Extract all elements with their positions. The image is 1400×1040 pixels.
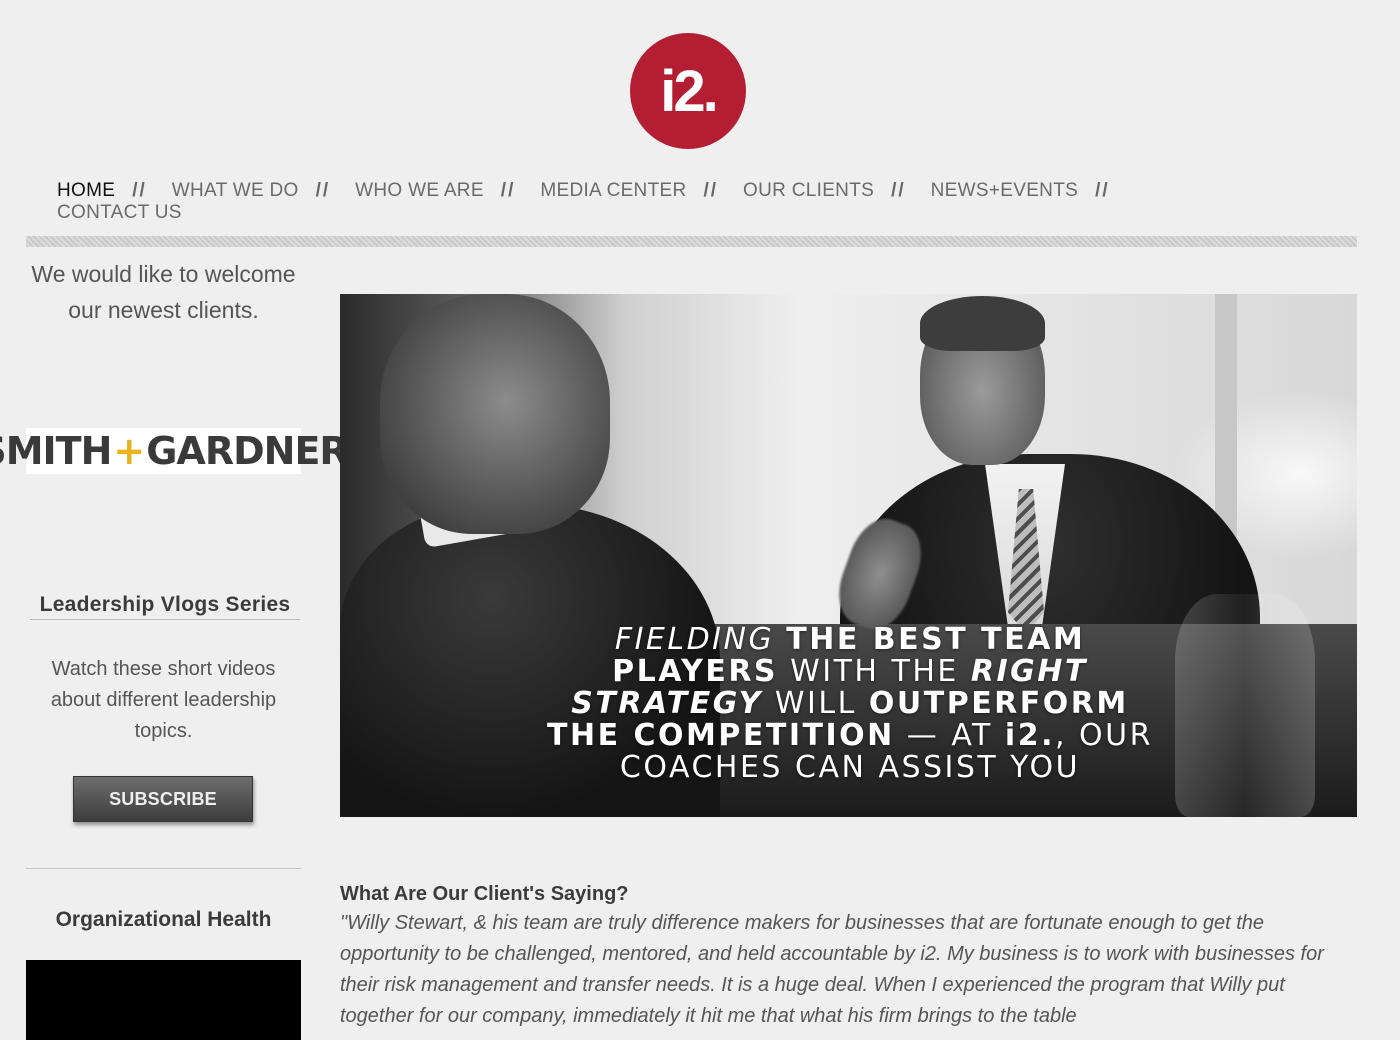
- caption-segment: PLAYERS: [612, 654, 779, 689]
- caption-segment: RIGHT: [970, 654, 1088, 689]
- client-logo-plus: +: [113, 429, 145, 473]
- nav-home[interactable]: HOME: [57, 180, 115, 201]
- nav-separator: //: [132, 180, 147, 201]
- hero-banner: FIELDING THE BEST TEAM PLAYERS WITH THE R…: [340, 294, 1357, 817]
- caption-segment: THE COMPETITION: [547, 718, 895, 753]
- caption-segment: COACHES CAN ASSIST YOU: [619, 750, 1081, 785]
- subscribe-button[interactable]: SUBSCRIBE: [73, 776, 253, 822]
- nav-media-center[interactable]: MEDIA CENTER: [540, 180, 686, 201]
- smith-gardner-logo[interactable]: SMITH+GARDNER: [0, 428, 349, 474]
- caption-segment: FIELDING: [614, 622, 787, 657]
- caption-segment: STRATEGY: [571, 686, 763, 721]
- nav-separator: //: [500, 180, 516, 201]
- org-health-title: Organizational Health: [55, 908, 272, 931]
- nav-separator: //: [1095, 180, 1110, 201]
- vlog-description: Watch these short videos about different…: [50, 658, 277, 742]
- hero-left-person-head: [380, 294, 610, 534]
- nav-separator: //: [703, 180, 719, 201]
- main-nav: HOME // WHAT WE DO // WHO WE ARE // MEDIA CENT…: [57, 180, 1257, 224]
- hero-man-hair: [920, 296, 1045, 351]
- nav-what-we-do[interactable]: WHAT WE DO: [172, 180, 299, 201]
- caption-segment: i2.: [1004, 718, 1055, 753]
- caption-line: COACHES CAN ASSIST YOU: [500, 752, 1200, 784]
- welcome-text: We would like to welcome our newest clie…: [31, 261, 296, 323]
- caption-line: PLAYERS WITH THE RIGHT: [500, 656, 1200, 688]
- caption-segment: THE BEST TEAM: [786, 622, 1086, 657]
- nav-separator: //: [891, 180, 906, 201]
- testimonial-section: What Are Our Client's Saying? "Willy Ste…: [340, 880, 1360, 1032]
- header-divider: [26, 236, 1357, 247]
- client-logo-left: SMITH: [0, 429, 112, 473]
- caption-segment: OUTPERFORM: [868, 686, 1129, 721]
- nav-separator: //: [315, 180, 331, 201]
- caption-line: FIELDING THE BEST TEAM: [500, 624, 1200, 656]
- sidebar: We would like to welcome our newest clie…: [0, 256, 349, 1040]
- testimonial-heading: What Are Our Client's Saying?: [340, 883, 629, 905]
- nav-who-we-are[interactable]: WHO WE ARE: [355, 180, 484, 201]
- hero-caption: FIELDING THE BEST TEAM PLAYERS WITH THE R…: [500, 624, 1200, 784]
- caption-segment: — AT: [894, 718, 1005, 753]
- caption-segment: WILL: [762, 686, 869, 721]
- caption-line: STRATEGY WILL OUTPERFORM: [500, 688, 1200, 720]
- client-logo-right: GARDNER: [146, 429, 348, 473]
- i2-logo[interactable]: i2.: [630, 33, 746, 149]
- testimonial-body: "Willy Stewart, & his team are truly dif…: [340, 912, 1324, 1027]
- nav-contact-us[interactable]: CONTACT US: [57, 202, 182, 223]
- caption-segment: , OUR: [1054, 718, 1153, 753]
- vlog-series-title: Leadership Vlogs Series: [30, 593, 300, 620]
- org-health-video[interactable]: [26, 960, 301, 1040]
- sidebar-divider: [26, 868, 301, 869]
- nav-our-clients[interactable]: OUR CLIENTS: [743, 180, 874, 201]
- nav-news-events[interactable]: NEWS+EVENTS: [931, 180, 1078, 201]
- caption-segment: WITH THE: [778, 654, 971, 689]
- caption-line: THE COMPETITION — AT i2., OUR: [500, 720, 1200, 752]
